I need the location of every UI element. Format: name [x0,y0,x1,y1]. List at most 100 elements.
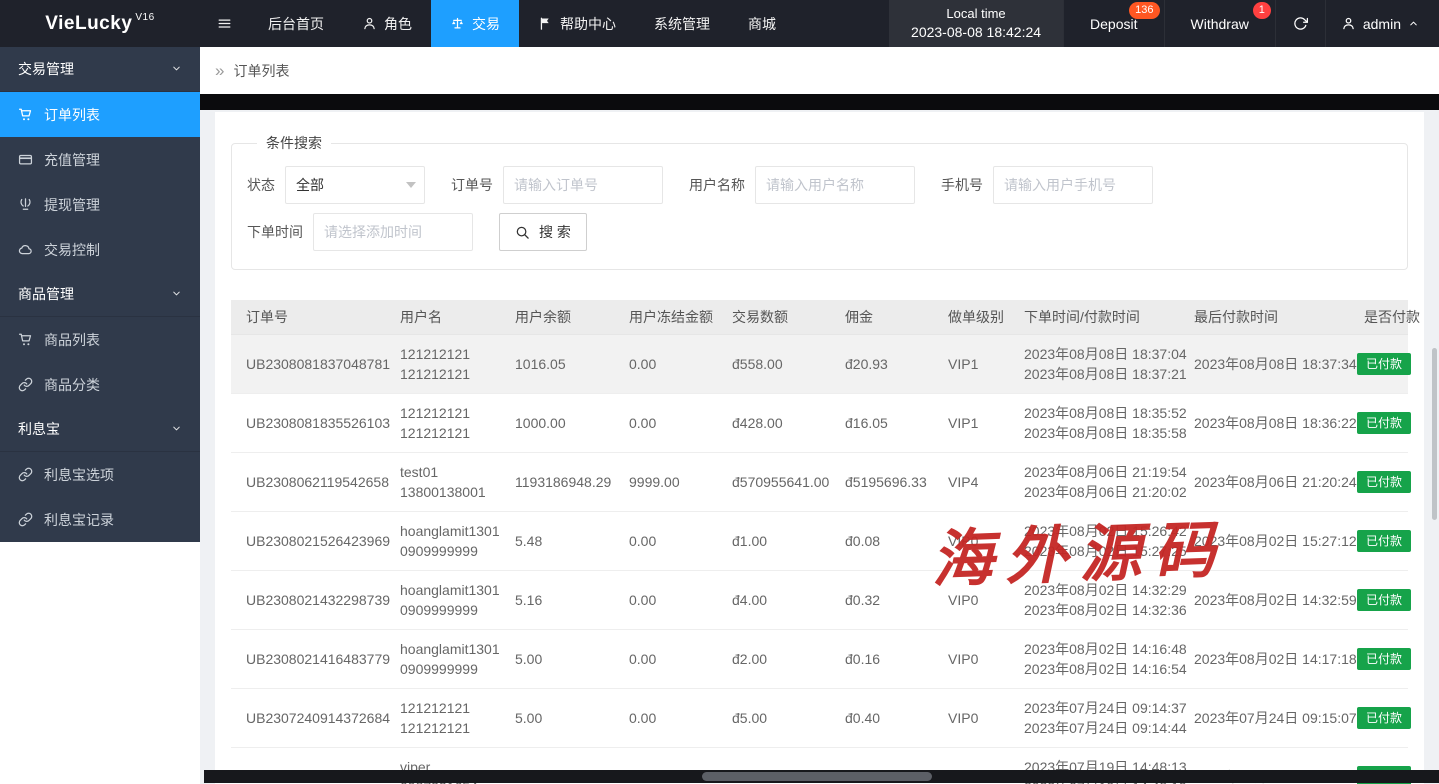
sidebar-item-recharge[interactable]: 充值管理 [0,137,200,182]
order-no-input[interactable] [503,166,663,204]
card-icon [18,152,33,167]
col-username: 用户名 [385,300,500,334]
nav-item-roles[interactable]: 角色 [343,0,431,47]
cell-order-no: UB2308021526423969 [231,511,385,570]
caret-down-icon [406,182,416,188]
username-line2: 13800138001 [400,482,492,502]
pay-time: 2023年07月24日 09:14:44 [1024,718,1171,738]
deposit-button[interactable]: Deposit 136 [1063,0,1163,47]
cell-vip-level: VIP0 [933,511,1009,570]
admin-menu[interactable]: admin [1325,0,1439,47]
status-select[interactable]: 全部 [285,166,425,204]
nav-item-system[interactable]: 系统管理 [635,0,729,47]
sidebar-item-label: 商品分类 [44,375,100,395]
sidebar-item-trade-control[interactable]: 交易控制 [0,227,200,272]
username-line1: hoanglamit1301 [400,639,492,659]
cell-order-pay-time: 2023年08月02日 15:26:42 2023年08月02日 15:27:2… [1009,511,1179,570]
sidebar-item-order-list[interactable]: 订单列表 [0,92,200,137]
paid-status-badge: 已付款 [1357,353,1411,375]
order-time-input[interactable] [313,213,473,251]
deposit-count-badge: 136 [1129,2,1159,19]
cell-order-pay-time: 2023年07月24日 09:14:37 2023年07月24日 09:14:4… [1009,688,1179,747]
pay-time: 2023年08月06日 21:20:02 [1024,482,1171,502]
menu-toggle-button[interactable] [200,0,249,47]
header-actions: Local time 2023-08-08 18:42:24 Deposit 1… [889,0,1439,47]
pay-time: 2023年08月08日 18:35:58 [1024,423,1171,443]
hamburger-icon [217,16,232,31]
username-input[interactable] [755,166,915,204]
paid-status-badge: 已付款 [1357,530,1411,552]
link-icon [18,512,33,527]
admin-name: admin [1363,16,1401,32]
cell-commission: đ0.16 [830,629,933,688]
section-label: 交易管理 [18,59,74,79]
phone-filter: 手机号 [941,166,1153,204]
cell-order-no: UB2308081835526103 [231,393,385,452]
cell-commission: đ0.40 [830,688,933,747]
withdraw-button[interactable]: Withdraw 1 [1164,0,1275,47]
status-filter: 状态 全部 [247,166,425,204]
cell-username: hoanglamit1301 0909999999 [385,570,500,629]
user-icon [1341,16,1356,31]
cell-frozen: 0.00 [614,570,717,629]
username-line1: hoanglamit1301 [400,580,492,600]
cell-commission: đ0.08 [830,511,933,570]
sidebar-item-label: 充值管理 [44,150,100,170]
trade-icon [450,16,465,31]
search-panel: 条件搜索 状态 全部 订单号 用户名称 手 [231,133,1408,270]
sidebar-item-interest-options[interactable]: 利息宝选项 [0,452,200,497]
refresh-button[interactable] [1275,0,1325,47]
cell-paid-status: 已付款 [1349,334,1408,393]
cell-paid-status: 已付款 [1349,629,1408,688]
chevron-down-icon [171,423,182,434]
status-label: 状态 [247,175,275,195]
cell-balance: 5.00 [500,629,614,688]
sidebar-item-label: 交易控制 [44,240,100,260]
phone-input[interactable] [993,166,1153,204]
nav-item-trade[interactable]: 交易 [431,0,519,47]
cell-frozen: 9999.00 [614,452,717,511]
nav-item-home[interactable]: 后台首页 [249,0,343,47]
cell-order-no: UB2307240914372684 [231,688,385,747]
cell-last-pay-time: 2023年08月02日 15:27:12 [1179,511,1349,570]
local-time-block: Local time 2023-08-08 18:42:24 [889,0,1063,47]
brand-version: V16 [135,12,154,23]
nav-item-mall[interactable]: 商城 [729,0,795,47]
sidebar-item-product-category[interactable]: 商品分类 [0,362,200,407]
sidebar-item-interest-records[interactable]: 利息宝记录 [0,497,200,542]
col-commission: 佣金 [830,300,933,334]
username-line2: 0909999999 [400,600,492,620]
tab-strip [200,94,1439,110]
sidebar-item-product-list[interactable]: 商品列表 [0,317,200,362]
paid-status-badge: 已付款 [1357,707,1411,729]
nav-label: 交易 [472,14,500,34]
order-no-filter: 订单号 [451,166,663,204]
paid-status-badge: 已付款 [1357,648,1411,670]
nav-item-help-center[interactable]: 帮助中心 [519,0,635,47]
search-button-label: 搜 索 [539,222,571,242]
horizontal-scrollbar-thumb[interactable] [702,772,932,781]
cell-order-pay-time: 2023年08月08日 18:35:52 2023年08月08日 18:35:5… [1009,393,1179,452]
main-content: 条件搜索 状态 全部 订单号 用户名称 手 [200,110,1439,784]
cell-paid-status: 已付款 [1349,452,1408,511]
sidebar-section-interest-treasure[interactable]: 利息宝 [0,407,200,452]
cell-commission: đ0.32 [830,570,933,629]
user-icon [362,16,377,31]
search-button[interactable]: 搜 索 [499,213,587,251]
chevron-up-icon [1408,18,1419,29]
cell-paid-status: 已付款 [1349,570,1408,629]
status-select-value: 全部 [285,166,425,204]
withdraw-count-badge: 1 [1253,2,1271,19]
order-time: 2023年08月06日 21:19:54 [1024,462,1171,482]
brand-name: VieLucky [45,13,132,35]
vertical-scrollbar-thumb[interactable] [1432,348,1437,520]
col-trade-amount: 交易数额 [717,300,830,334]
sidebar-section-trade-management[interactable]: 交易管理 [0,47,200,92]
sidebar-item-label: 商品列表 [44,330,100,350]
pay-time: 2023年08月02日 14:32:36 [1024,600,1171,620]
horizontal-scrollbar[interactable] [204,770,1439,783]
sidebar-section-product-management[interactable]: 商品管理 [0,272,200,317]
sidebar-item-withdraw-management[interactable]: 提现管理 [0,182,200,227]
cell-frozen: 0.00 [614,511,717,570]
cell-paid-status: 已付款 [1349,688,1408,747]
